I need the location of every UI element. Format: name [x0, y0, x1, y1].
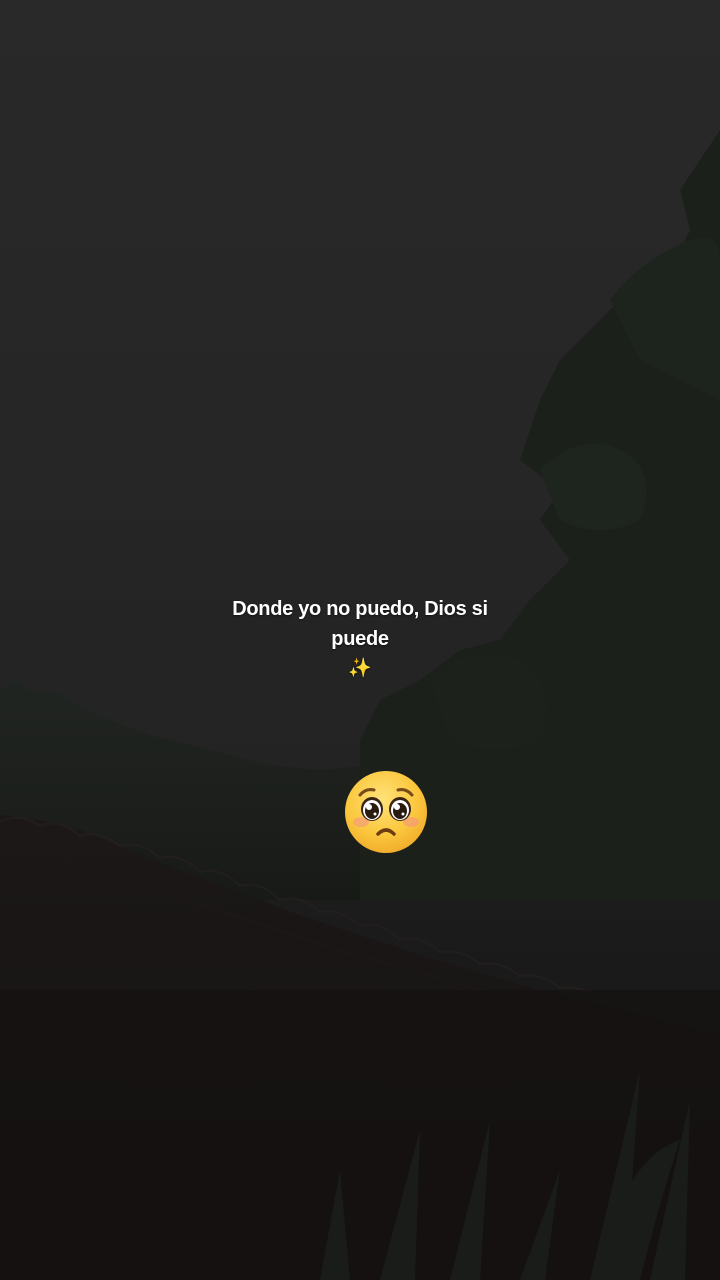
- pleading-face-emoji-icon: [345, 771, 427, 853]
- sparkles-icon: ✨: [348, 658, 372, 679]
- caption-line-2: puede: [331, 628, 389, 650]
- caption-line-1: Donde yo no puedo, Dios si: [232, 598, 488, 620]
- caption: Donde yo no puedo, Dios si puede ✨: [200, 594, 520, 684]
- video-frame: Donde yo no puedo, Dios si puede ✨: [0, 0, 720, 1280]
